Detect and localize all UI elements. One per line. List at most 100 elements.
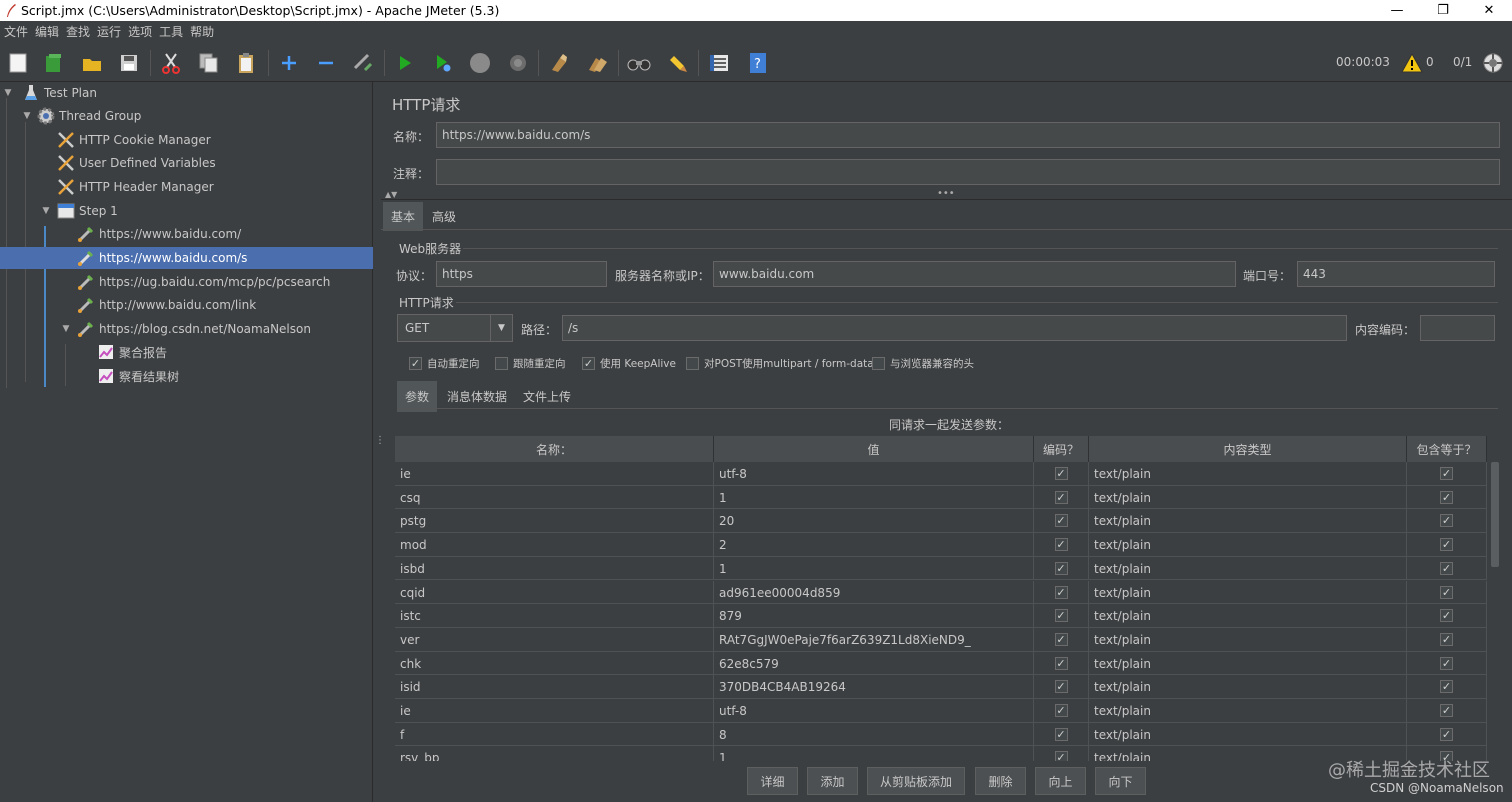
- table-row[interactable]: ver RAt7GgJW0ePaje7f6arZ639Z1Ld8XieND9_ ✓ t…: [395, 627, 1487, 652]
- tree-node-listener[interactable]: 察看结果树: [0, 365, 373, 387]
- reset-search-icon[interactable]: [665, 51, 689, 75]
- search-icon[interactable]: [627, 51, 651, 75]
- checkbox-unchecked-icon[interactable]: [872, 357, 885, 370]
- tree-node-sampler[interactable]: ▼ https://blog.csdn.net/NoamaNelson: [0, 318, 373, 340]
- cell-encode[interactable]: ✓: [1034, 462, 1089, 485]
- option-multipart[interactable]: 对POST使用multipart / form-data: [686, 356, 874, 371]
- start-icon[interactable]: [393, 51, 417, 75]
- cell-name[interactable]: mod: [395, 533, 714, 557]
- column-header-content-type[interactable]: 内容类型: [1089, 436, 1407, 462]
- cell-value[interactable]: 2: [714, 533, 1034, 557]
- drag-handle-icon[interactable]: •••: [937, 188, 955, 199]
- save-icon[interactable]: [117, 51, 141, 75]
- checkbox-checked-icon[interactable]: ✓: [1054, 561, 1068, 575]
- column-header-encode[interactable]: 编码？: [1034, 436, 1089, 462]
- paste-icon[interactable]: [234, 51, 258, 75]
- path-field[interactable]: /s: [562, 315, 1347, 341]
- add-button[interactable]: 添加: [807, 767, 858, 795]
- cell-name[interactable]: ie: [395, 462, 714, 485]
- tree-node-sampler[interactable]: https://www.baidu.com/: [0, 223, 373, 245]
- table-row[interactable]: chk 62e8c579 ✓ text/plain ✓: [395, 651, 1487, 676]
- toggle-icon[interactable]: [351, 51, 375, 75]
- move-up-button[interactable]: 向上: [1035, 767, 1086, 795]
- shutdown-icon[interactable]: [506, 51, 530, 75]
- method-select[interactable]: GET ▼: [397, 314, 513, 342]
- checkbox-checked-icon[interactable]: ✓: [409, 357, 422, 370]
- server-field[interactable]: www.baidu.com: [713, 261, 1236, 287]
- new-icon[interactable]: [6, 51, 30, 75]
- checkbox-checked-icon[interactable]: ✓: [1054, 751, 1068, 761]
- table-row[interactable]: f 8 ✓ text/plain ✓: [395, 722, 1487, 747]
- minimize-button[interactable]: —: [1374, 0, 1420, 21]
- checkbox-checked-icon[interactable]: ✓: [1054, 585, 1068, 599]
- table-row[interactable]: rsv_bp 1 ✓ text/plain ✓: [395, 746, 1487, 761]
- cell-encode[interactable]: ✓: [1034, 580, 1089, 604]
- cell-name[interactable]: istc: [395, 604, 714, 628]
- open-icon[interactable]: [80, 51, 104, 75]
- cell-value[interactable]: ad961ee00004d859: [714, 580, 1034, 604]
- cell-content-type[interactable]: text/plain: [1089, 485, 1407, 509]
- cell-name[interactable]: ie: [395, 699, 714, 722]
- cell-name[interactable]: pstg: [395, 509, 714, 533]
- cell-encode[interactable]: ✓: [1034, 651, 1089, 675]
- tab-basic[interactable]: 基本: [383, 202, 424, 231]
- column-header-name[interactable]: 名称：: [395, 436, 714, 462]
- menu-run[interactable]: 运行: [95, 23, 126, 40]
- cell-name[interactable]: f: [395, 722, 714, 746]
- checkbox-unchecked-icon[interactable]: [495, 357, 508, 370]
- tree-node-sampler[interactable]: https://ug.baidu.com/mcp/pc/pcsearch: [0, 271, 373, 293]
- option-browser-compatible-headers[interactable]: 与浏览器兼容的头: [872, 356, 974, 371]
- option-follow-redirects[interactable]: 跟随重定向: [495, 356, 566, 371]
- function-helper-icon[interactable]: [707, 51, 731, 75]
- tree-node-cookie-manager[interactable]: HTTP Cookie Manager: [0, 129, 373, 151]
- cell-content-type[interactable]: text/plain: [1089, 533, 1407, 557]
- cell-value[interactable]: utf-8: [714, 462, 1034, 485]
- cell-content-type[interactable]: text/plain: [1089, 722, 1407, 746]
- table-row[interactable]: mod 2 ✓ text/plain ✓: [395, 533, 1487, 557]
- cell-content-type[interactable]: text/plain: [1089, 509, 1407, 533]
- table-row[interactable]: ie utf-8 ✓ text/plain ✓: [395, 462, 1487, 486]
- start-no-pause-icon[interactable]: [431, 51, 455, 75]
- tab-advanced[interactable]: 高级: [424, 202, 464, 231]
- cell-encode[interactable]: ✓: [1034, 509, 1089, 533]
- cell-encode[interactable]: ✓: [1034, 485, 1089, 509]
- table-row[interactable]: cqid ad961ee00004d859 ✓ text/plain ✓: [395, 580, 1487, 605]
- cell-name[interactable]: isid: [395, 675, 714, 699]
- cell-content-type[interactable]: text/plain: [1089, 699, 1407, 722]
- cell-value[interactable]: 370DB4CB4AB19264: [714, 675, 1034, 699]
- add-from-clipboard-button[interactable]: 从剪贴板添加: [867, 767, 965, 795]
- cell-content-type[interactable]: text/plain: [1089, 675, 1407, 699]
- table-row[interactable]: csq 1 ✓ text/plain ✓: [395, 485, 1487, 510]
- help-icon[interactable]: ?: [746, 51, 770, 75]
- cell-content-type[interactable]: text/plain: [1089, 580, 1407, 604]
- cell-content-type[interactable]: text/plain: [1089, 651, 1407, 675]
- checkbox-checked-icon[interactable]: ✓: [1440, 656, 1453, 670]
- option-keepalive[interactable]: ✓ 使用 KeepAlive: [582, 356, 676, 371]
- menu-options[interactable]: 选项: [126, 23, 157, 40]
- table-row[interactable]: pstg 20 ✓ text/plain ✓: [395, 509, 1487, 534]
- cell-encode[interactable]: ✓: [1034, 533, 1089, 557]
- checkbox-checked-icon[interactable]: ✓: [1440, 490, 1453, 504]
- cell-include-equals[interactable]: ✓: [1407, 509, 1487, 533]
- cell-name[interactable]: isbd: [395, 556, 714, 580]
- menu-edit[interactable]: 编辑: [33, 23, 64, 40]
- table-row[interactable]: ie utf-8 ✓ text/plain ✓: [395, 699, 1487, 723]
- column-header-include-equals[interactable]: 包含等于？: [1407, 436, 1487, 462]
- collapse-arrow-icon[interactable]: ▼: [2, 88, 14, 98]
- collapse-arrow-icon[interactable]: ▼: [21, 111, 33, 121]
- checkbox-checked-icon[interactable]: ✓: [1440, 561, 1453, 575]
- cell-value[interactable]: 62e8c579: [714, 651, 1034, 675]
- cell-content-type[interactable]: text/plain: [1089, 627, 1407, 651]
- cell-include-equals[interactable]: ✓: [1407, 533, 1487, 557]
- menu-help[interactable]: 帮助: [188, 23, 219, 40]
- tree-node-test-plan[interactable]: ▼ Test Plan: [0, 82, 373, 104]
- cell-name[interactable]: csq: [395, 485, 714, 509]
- checkbox-checked-icon[interactable]: ✓: [1054, 538, 1068, 552]
- cell-include-equals[interactable]: ✓: [1407, 462, 1487, 485]
- cell-encode[interactable]: ✓: [1034, 604, 1089, 628]
- cell-encode[interactable]: ✓: [1034, 556, 1089, 580]
- cell-encode[interactable]: ✓: [1034, 675, 1089, 699]
- cell-encode[interactable]: ✓: [1034, 699, 1089, 722]
- checkbox-checked-icon[interactable]: ✓: [1440, 609, 1453, 623]
- menu-search[interactable]: 查找: [64, 23, 95, 40]
